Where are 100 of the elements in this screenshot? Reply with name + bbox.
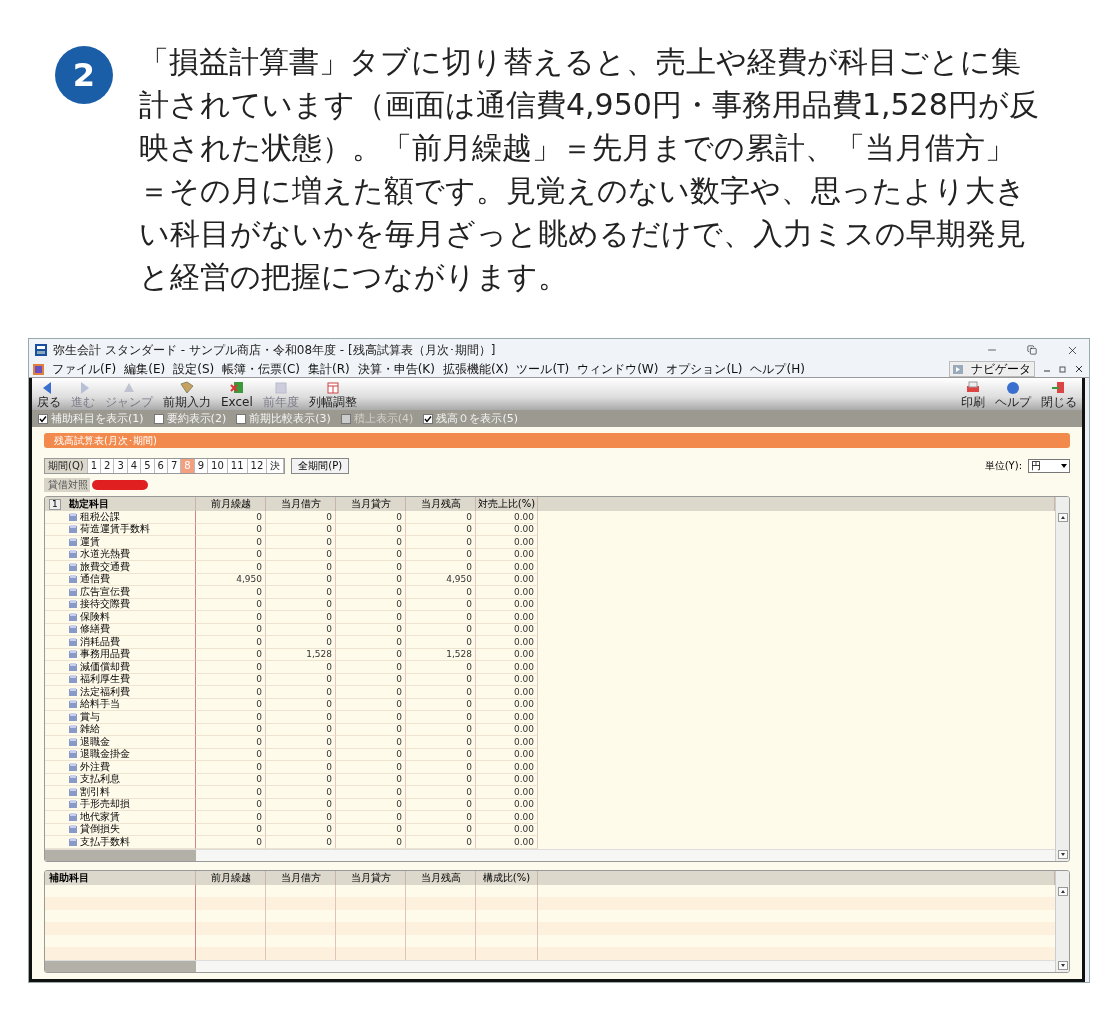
arrow-up-icon[interactable] (1057, 513, 1068, 522)
table-cell: 0 (196, 811, 266, 824)
account-cell[interactable]: 支払手数料 (45, 836, 196, 849)
account-cell[interactable]: 通信費 (45, 573, 196, 586)
close-icon[interactable] (1075, 365, 1083, 373)
period-button[interactable]: 2 (101, 459, 115, 473)
account-cell[interactable]: 事務用品費 (45, 648, 196, 661)
account-cell[interactable]: 退職金 (45, 736, 196, 749)
toolbar-button[interactable]: 列幅調整 (306, 378, 359, 410)
menu-item[interactable]: 編集(E) (124, 360, 166, 378)
toolbar-button[interactable]: 閉じる (1039, 378, 1079, 410)
menu-item[interactable]: 決算・申告(K) (357, 360, 435, 378)
table-cell: 0 (406, 523, 476, 536)
account-cell[interactable]: 退職金掛金 (45, 748, 196, 761)
table-cell: 0 (266, 611, 336, 624)
ledger-icon (69, 662, 77, 671)
table-cell: 0 (406, 723, 476, 736)
table-cell: 0 (406, 623, 476, 636)
account-cell[interactable]: 保険料 (45, 611, 196, 624)
table-cell: 0 (266, 836, 336, 849)
table-cell: 0 (196, 598, 266, 611)
account-cell[interactable]: 雑給 (45, 723, 196, 736)
menu-item[interactable]: 集計(R) (307, 360, 350, 378)
period-button[interactable]: 11 (227, 459, 248, 473)
account-cell[interactable]: 地代家賃 (45, 811, 196, 824)
menu-item[interactable]: 拡張機能(X) (442, 360, 509, 378)
account-cell[interactable]: 水道光熱費 (45, 548, 196, 561)
toolbar-button[interactable]: 印刷 (959, 378, 987, 410)
ledger-icon (69, 775, 77, 784)
column-header: 当月残高 (406, 870, 476, 885)
menu-item[interactable]: ヘルプ(H) (750, 360, 805, 378)
arrow-up-icon[interactable] (1057, 886, 1068, 896)
menu-item[interactable]: ツール(T) (516, 360, 570, 378)
table-cell: 0 (196, 723, 266, 736)
column-header: 対売上比(%) (476, 497, 538, 511)
table-cell: 0 (336, 723, 406, 736)
account-cell[interactable]: 運賃 (45, 536, 196, 549)
account-cell[interactable]: 福利厚生費 (45, 673, 196, 686)
account-cell[interactable]: 割引料 (45, 786, 196, 799)
period-button[interactable]: 決 (267, 459, 285, 473)
navigator-button[interactable]: ナビゲータ (949, 361, 1035, 377)
table-cell: 0.00 (476, 548, 538, 561)
column-header: 前月繰越 (196, 870, 266, 885)
unit-dropdown[interactable]: 円 (1028, 459, 1070, 473)
account-cell[interactable]: 減価償却費 (45, 661, 196, 674)
account-cell[interactable]: 給料手当 (45, 698, 196, 711)
period-button[interactable]: 10 (208, 459, 228, 473)
account-cell[interactable]: 法定福利費 (45, 686, 196, 699)
step-description: 「損益計算書」タブに切り替えると、売上や経費が科目ごとに集計されています（画面は通信費4,950円・事務用品費1,528円が反映された状態）。「前月繰越」＝先月までの累計、「当月借方」＝その月に増えた額です。見覚えのない数字や、思ったより大きい科目がないかを毎月ざっと眺めるだけで、入力ミスの早期発見と経営の把握につながります。 (139, 43, 1040, 296)
table-cell: 0 (406, 773, 476, 786)
table-cell: 0.00 (476, 811, 538, 824)
toolbar-button[interactable]: ヘルプ (993, 378, 1033, 410)
account-cell[interactable]: 広告宣伝費 (45, 586, 196, 599)
toolbar-button[interactable]: 前期入力 (161, 378, 213, 410)
table-cell: 4,950 (406, 573, 476, 586)
account-cell[interactable]: 支払利息 (45, 773, 196, 786)
table-cell: 0.00 (476, 536, 538, 549)
toolbar-button[interactable]: Excel (219, 378, 255, 410)
arrow-right-icon (953, 364, 963, 374)
table-cell: 0 (336, 761, 406, 774)
arrow-down-icon[interactable] (1057, 960, 1068, 970)
menu-item[interactable]: ファイル(F) (52, 360, 117, 378)
menu-item[interactable]: 設定(S) (173, 360, 215, 378)
period-button[interactable]: 期間(Q) (45, 459, 88, 473)
account-cell[interactable]: 賞与 (45, 711, 196, 724)
ledger-icon (69, 675, 77, 684)
ledger-icon (69, 512, 77, 521)
period-button[interactable]: 12 (247, 459, 268, 473)
level-button[interactable]: 1 (49, 498, 61, 510)
account-cell[interactable]: 修繕費 (45, 623, 196, 636)
arrow-down-icon[interactable] (1057, 849, 1068, 859)
table-cell: 0 (266, 548, 336, 561)
all-periods-button[interactable]: 全期間(P) (291, 458, 350, 474)
account-cell[interactable]: 旅費交通費 (45, 561, 196, 574)
account-cell[interactable]: 消耗品費 (45, 636, 196, 649)
ledger-icon (69, 612, 77, 621)
table-cell: 0.00 (476, 836, 538, 849)
table-cell: 0.00 (476, 761, 538, 774)
account-cell[interactable]: 租税公課 (45, 511, 196, 524)
account-cell[interactable]: 貸倒損失 (45, 823, 196, 836)
empty-box-icon (153, 413, 164, 424)
table-cell: 0 (196, 773, 266, 786)
horizontal-scrollbar[interactable] (45, 848, 1055, 861)
menu-item[interactable]: ウィンドウ(W) (577, 360, 659, 378)
account-cell[interactable]: 接待交際費 (45, 598, 196, 611)
vertical-scrollbar[interactable] (1055, 870, 1069, 972)
period-button[interactable]: 5 (141, 459, 155, 473)
report-tab[interactable]: 貸借対照 (44, 478, 90, 492)
account-cell[interactable]: 荷造運賃手数料 (45, 523, 196, 536)
account-cell[interactable]: 手形売却損 (45, 798, 196, 811)
menu-item[interactable]: オプション(L) (666, 360, 743, 378)
table-cell: 0 (406, 698, 476, 711)
table-cell: 0 (406, 836, 476, 849)
restore-icon[interactable] (1059, 365, 1067, 373)
menu-item[interactable]: 帳簿・伝票(C) (222, 360, 300, 378)
period-button[interactable]: 3 (114, 459, 128, 473)
toolbar-button[interactable]: 戻る (35, 378, 63, 410)
table-cell: 0 (406, 786, 476, 799)
vertical-scrollbar[interactable] (1055, 497, 1069, 861)
account-cell[interactable]: 外注費 (45, 761, 196, 774)
